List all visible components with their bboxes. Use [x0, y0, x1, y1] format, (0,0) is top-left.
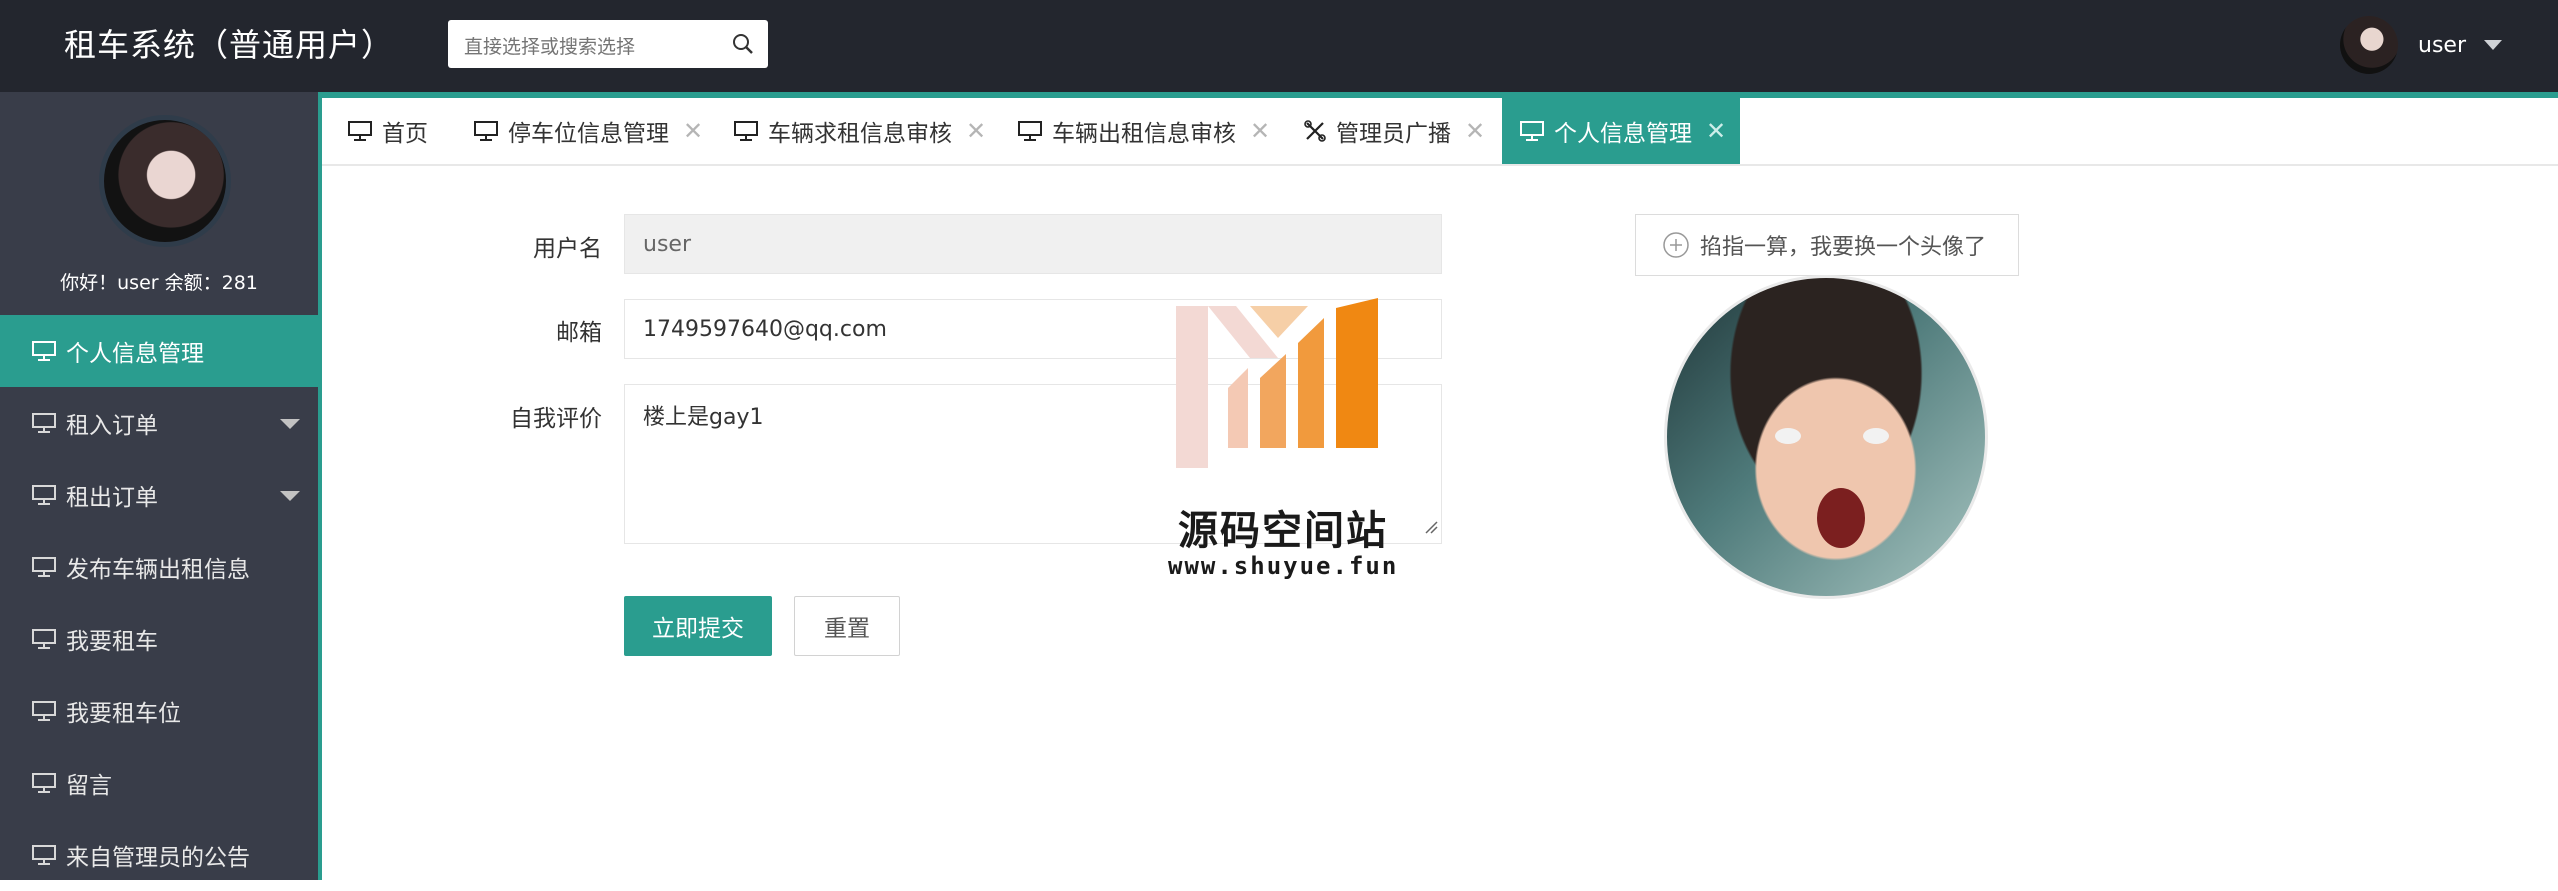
- top-header: 租车系统（普通用户） 直接选择或搜索选择 user: [0, 0, 2558, 92]
- tab-bar: 首页 停车位信息管理 ✕ 车辆求租信息审核 ✕ 车辆出租信息审核 ✕ 管理员广播…: [322, 92, 2558, 166]
- tab-label: 车辆出租信息审核: [1052, 121, 1236, 147]
- sidebar: 你好！user 余额：281 个人信息管理 租入订单 租出订单 发布车辆出租信息…: [0, 92, 322, 880]
- sidebar-item-admin-notices[interactable]: 来自管理员的公告: [0, 819, 318, 891]
- username-label: 用户名: [533, 236, 602, 262]
- search-icon[interactable]: [732, 33, 754, 59]
- tab-label: 个人信息管理: [1554, 121, 1692, 147]
- monitor-icon: [1520, 121, 1544, 141]
- tools-icon: [1304, 120, 1326, 142]
- avatar[interactable]: [2340, 16, 2398, 74]
- monitor-icon: [32, 773, 56, 793]
- sidebar-item-label: 来自管理员的公告: [66, 845, 250, 871]
- chevron-down-icon[interactable]: [280, 491, 300, 501]
- plus-circle-icon: [1662, 231, 1690, 259]
- sidebar-item-label: 租入订单: [66, 413, 158, 439]
- app-title: 租车系统（普通用户）: [64, 26, 395, 64]
- close-icon[interactable]: ✕: [683, 117, 703, 145]
- sidebar-item-rent-out-orders[interactable]: 租出订单: [0, 459, 318, 531]
- monitor-icon: [32, 485, 56, 505]
- monitor-icon: [474, 121, 498, 141]
- photo-eye-left: [1775, 428, 1801, 444]
- monitor-icon: [32, 845, 56, 865]
- search-placeholder: 直接选择或搜索选择: [464, 36, 636, 58]
- close-icon[interactable]: ✕: [1250, 117, 1270, 145]
- sidebar-item-label: 租出订单: [66, 485, 158, 511]
- tab-parking-management[interactable]: 停车位信息管理 ✕: [474, 98, 703, 164]
- change-avatar-label: 掐指一算，我要换一个头像了: [1700, 235, 1987, 260]
- change-avatar-button[interactable]: 掐指一算，我要换一个头像了: [1635, 214, 2019, 276]
- sidebar-item-profile[interactable]: 个人信息管理: [0, 315, 318, 387]
- sidebar-item-rent-parking[interactable]: 我要租车位: [0, 675, 318, 747]
- sidebar-item-publish-rental[interactable]: 发布车辆出租信息: [0, 531, 318, 603]
- tab-label: 首页: [382, 121, 428, 147]
- bio-label: 自我评价: [510, 406, 602, 432]
- tab-label: 车辆求租信息审核: [768, 121, 952, 147]
- monitor-icon: [32, 701, 56, 721]
- monitor-icon: [1018, 121, 1042, 141]
- tab-profile[interactable]: 个人信息管理 ✕: [1502, 98, 1740, 164]
- sidebar-nav: 个人信息管理 租入订单 租出订单 发布车辆出租信息 我要租车 我要租车位 留言: [0, 315, 318, 891]
- monitor-icon: [32, 413, 56, 433]
- close-icon[interactable]: ✕: [966, 117, 986, 145]
- monitor-icon: [32, 341, 56, 361]
- tab-rent-request-review[interactable]: 车辆求租信息审核 ✕: [734, 98, 986, 164]
- sidebar-item-label: 发布车辆出租信息: [66, 557, 250, 583]
- monitor-icon: [32, 557, 56, 577]
- user-menu[interactable]: user: [2340, 16, 2502, 74]
- monitor-icon: [32, 629, 56, 649]
- monitor-icon: [348, 121, 372, 141]
- sidebar-item-label: 我要租车位: [66, 701, 181, 727]
- watermark-title: 源码空间站: [1178, 508, 1388, 554]
- tab-label: 停车位信息管理: [508, 121, 669, 147]
- close-icon[interactable]: ✕: [1465, 117, 1485, 145]
- tab-home[interactable]: 首页: [348, 98, 428, 164]
- bio-text: 楼上是gay1: [643, 405, 764, 430]
- sidebar-item-label: 我要租车: [66, 629, 158, 655]
- photo-mouth: [1817, 488, 1865, 548]
- reset-button[interactable]: 重置: [794, 596, 900, 656]
- sidebar-item-label: 个人信息管理: [66, 341, 204, 367]
- balance-greeting: 你好！user 余额：281: [60, 272, 258, 294]
- chevron-down-icon[interactable]: [2484, 40, 2502, 50]
- username-label[interactable]: user: [2418, 33, 2466, 58]
- sidebar-item-rent-in-orders[interactable]: 租入订单: [0, 387, 318, 459]
- tab-label: 管理员广播: [1336, 121, 1451, 147]
- watermark-logo-icon: [1176, 298, 1378, 468]
- profile-photo: [1664, 275, 1988, 599]
- photo-eye-right: [1863, 428, 1889, 444]
- tab-rent-out-review[interactable]: 车辆出租信息审核 ✕: [1018, 98, 1270, 164]
- submit-button[interactable]: 立即提交: [624, 596, 772, 656]
- sidebar-item-rent-car[interactable]: 我要租车: [0, 603, 318, 675]
- chevron-down-icon[interactable]: [280, 419, 300, 429]
- sidebar-avatar: [99, 115, 231, 247]
- tab-admin-broadcast[interactable]: 管理员广播 ✕: [1304, 98, 1485, 164]
- close-icon[interactable]: ✕: [1706, 117, 1726, 145]
- username-field[interactable]: user: [624, 214, 1442, 274]
- email-label: 邮箱: [556, 320, 602, 346]
- search-select[interactable]: 直接选择或搜索选择: [448, 20, 768, 68]
- sidebar-item-messages[interactable]: 留言: [0, 747, 318, 819]
- sidebar-item-label: 留言: [66, 773, 112, 799]
- resize-handle-icon[interactable]: [1424, 515, 1438, 540]
- watermark-url: www.shuyue.fun: [1168, 552, 1399, 580]
- monitor-icon: [734, 121, 758, 141]
- watermark-logo: 源码空间站 www.shuyue.fun: [1168, 298, 1398, 588]
